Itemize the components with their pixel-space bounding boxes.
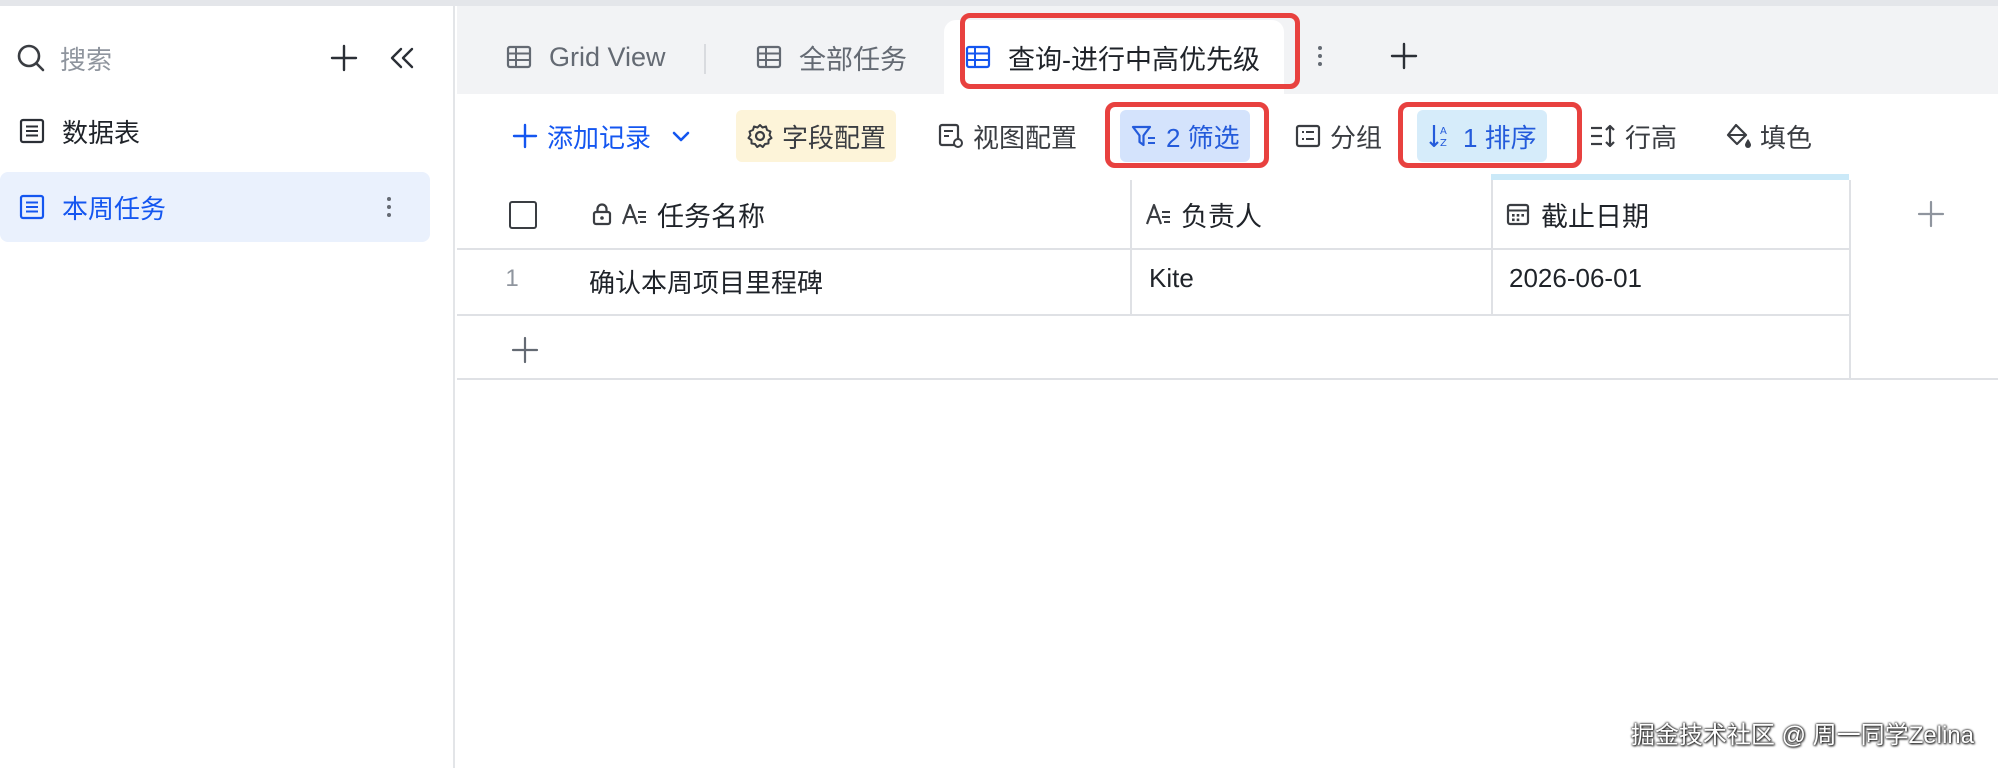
group-label: 分组 <box>1330 122 1383 153</box>
select-all-checkbox[interactable] <box>509 201 537 229</box>
row-height-label: 行高 <box>1625 122 1678 153</box>
grid-table-icon <box>755 43 783 71</box>
view-toolbar: 添加记录 字段配置 视图配置 2 筛选 分组 A Z 1 排序 行高 填色 <box>457 94 1998 180</box>
tab-label: 查询-进行中高优先级 <box>1008 44 1260 75</box>
search-input[interactable]: 搜索 <box>60 40 112 77</box>
tab-all-tasks[interactable]: 全部任务 <box>755 20 935 94</box>
row-height-icon <box>1589 122 1617 150</box>
add-record-button[interactable]: 添加记录 <box>501 110 703 162</box>
text-field-icon <box>621 201 647 227</box>
table-list-icon <box>18 193 46 221</box>
fill-color-button[interactable]: 填色 <box>1714 110 1822 162</box>
search-icon <box>16 43 46 73</box>
column-header-label: 负责人 <box>1181 201 1262 232</box>
plus-icon <box>1917 200 1945 228</box>
cell-due-date[interactable]: 2026-06-01 <box>1509 263 1642 294</box>
tab-grid-view[interactable]: Grid View <box>505 20 715 94</box>
sidebar-search[interactable]: 搜索 <box>16 36 436 80</box>
svg-text:Z: Z <box>1440 138 1447 149</box>
view-config-button[interactable]: 视图配置 <box>927 110 1087 162</box>
tab-label: Grid View <box>549 41 666 72</box>
table-list-icon <box>18 117 46 145</box>
tab-query-in-progress-high-priority[interactable]: 查询-进行中高优先级 <box>944 20 1284 94</box>
column-header-label: 截止日期 <box>1541 201 1649 232</box>
sort-label: 1 排序 <box>1463 122 1537 153</box>
cell-assignee[interactable]: Kite <box>1149 263 1194 294</box>
filter-icon <box>1130 122 1158 150</box>
main-area: Grid View 全部任务 查询-进行中高优先级 添加记录 字段配置 视图配置… <box>457 6 1998 768</box>
view-settings-icon <box>937 122 965 150</box>
sort-button[interactable]: AZ 1 排序 <box>1417 110 1547 162</box>
group-icon <box>1294 122 1322 150</box>
view-config-label: 视图配置 <box>973 122 1078 153</box>
row-height-button[interactable]: 行高 <box>1579 110 1687 162</box>
sort-az-icon: AZ <box>1427 122 1455 150</box>
plus-icon <box>1390 42 1418 70</box>
sidebar-item-weekly-tasks[interactable]: 本周任务 <box>0 172 430 242</box>
grid-table-icon <box>964 43 992 71</box>
plus-icon <box>330 44 358 72</box>
add-view-button[interactable] <box>1382 34 1426 78</box>
column-header-due-date[interactable]: 截止日期 <box>1505 180 1649 248</box>
column-header-label: 任务名称 <box>657 201 765 232</box>
view-tab-bar: Grid View 全部任务 查询-进行中高优先级 <box>457 6 1998 94</box>
plus-icon <box>511 122 539 150</box>
plus-icon <box>511 336 539 364</box>
filter-button[interactable]: 2 筛选 <box>1120 110 1250 162</box>
double-chevron-left-icon <box>390 47 414 69</box>
sidebar-item-label: 本周任务 <box>62 193 167 224</box>
filter-label: 2 筛选 <box>1166 122 1240 153</box>
cell-task-name[interactable]: 确认本周项目里程碑 <box>589 263 823 300</box>
text-field-icon <box>1145 201 1171 227</box>
field-config-button[interactable]: 字段配置 <box>736 110 897 162</box>
add-table-button[interactable] <box>322 36 366 80</box>
calendar-icon <box>1505 201 1531 227</box>
fill-color-label: 填色 <box>1760 122 1813 153</box>
chevron-down-icon[interactable] <box>669 124 693 148</box>
sidebar-item-label: 数据表 <box>62 117 141 148</box>
row-number: 1 <box>505 265 519 292</box>
group-button[interactable]: 分组 <box>1284 110 1392 162</box>
tab-label: 全部任务 <box>799 44 907 75</box>
sidebar: 搜索 数据表 本周任务 <box>0 6 455 768</box>
svg-text:A: A <box>1440 126 1447 137</box>
lock-icon <box>589 201 615 227</box>
column-header-task-name[interactable]: 任务名称 <box>589 180 765 248</box>
paint-bucket-icon <box>1724 122 1752 150</box>
grid-table-icon <box>505 43 533 71</box>
vertical-dots-icon[interactable] <box>1310 36 1330 76</box>
add-column-button[interactable] <box>1909 192 1953 236</box>
watermark: 掘金技术社区 @ 周一同学Zelina <box>1630 722 1974 749</box>
column-header-assignee[interactable]: 负责人 <box>1145 180 1262 248</box>
gear-icon <box>746 122 774 150</box>
add-record-label: 添加记录 <box>547 122 652 153</box>
tab-separator <box>704 44 706 74</box>
field-config-label: 字段配置 <box>782 122 887 153</box>
sidebar-item-data-tables[interactable]: 数据表 <box>0 96 430 166</box>
collapse-sidebar-button[interactable] <box>380 36 424 80</box>
vertical-dots-icon[interactable] <box>374 192 404 222</box>
add-row-button[interactable] <box>505 330 545 370</box>
